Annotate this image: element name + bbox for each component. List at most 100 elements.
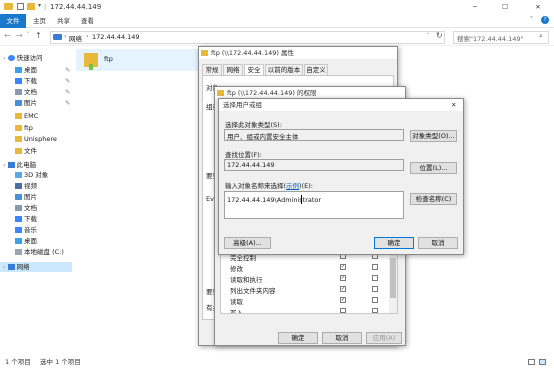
nav-this-pc[interactable]: › 此电脑 <box>0 160 72 170</box>
nav-label: 桌面 <box>24 66 37 74</box>
deny-checkbox[interactable] <box>372 264 378 270</box>
nav-item-3d[interactable]: 3D 对象 <box>0 170 72 180</box>
address-dropdown-icon[interactable]: ˅ <box>427 33 430 39</box>
video-icon <box>15 183 22 189</box>
ribbon-expand-icon[interactable]: ˅ <box>530 16 533 23</box>
document-icon <box>15 205 22 211</box>
nav-label: 下载 <box>24 215 37 223</box>
ribbon-tab-file[interactable]: 文件 <box>0 14 26 28</box>
desktop-icon <box>15 238 22 244</box>
object-types-button[interactable]: 对象类型(O)... <box>410 130 457 142</box>
tab-security[interactable]: 安全 <box>244 64 264 75</box>
nav-item-desktop[interactable]: 桌面 ✎ <box>0 65 72 75</box>
examples-link[interactable]: 示例 <box>286 182 299 190</box>
close-icon[interactable]: ✕ <box>528 0 548 14</box>
nav-item-pc-downloads[interactable]: 下载 <box>0 214 72 224</box>
nav-item-pc-documents[interactable]: 文档 <box>0 203 72 213</box>
advanced-button[interactable]: 高级(A)... <box>224 237 271 249</box>
location-value: 172.44.44.149 <box>227 161 275 169</box>
nav-quick-access[interactable]: › 快速访问 <box>0 53 72 63</box>
nav-item-emc[interactable]: EMC <box>0 111 72 121</box>
tiles-view-icon[interactable] <box>539 359 546 365</box>
download-icon <box>15 216 22 222</box>
folder-item-ftp[interactable]: ftp <box>76 49 204 71</box>
allow-checkbox[interactable]: ✓ <box>340 286 346 292</box>
star-icon <box>7 55 15 61</box>
nav-label: 本地磁盘 (C:) <box>24 248 64 256</box>
nav-item-pictures[interactable]: 图片 ✎ <box>0 98 72 108</box>
status-selected: 选中 1 个项目 <box>40 358 81 366</box>
nav-item-videos[interactable]: 视频 <box>0 181 72 191</box>
location-label: 查找位置(F): <box>225 151 263 159</box>
minimize-icon[interactable]: ─ <box>465 0 485 14</box>
help-icon[interactable]: ? <box>541 16 549 24</box>
nav-item-music[interactable]: 音乐 <box>0 225 72 235</box>
deny-checkbox[interactable] <box>372 286 378 292</box>
locations-button[interactable]: 位置(L)... <box>410 162 457 174</box>
qat-properties-icon[interactable] <box>17 3 24 10</box>
allow-checkbox[interactable]: ✓ <box>340 297 346 303</box>
allow-checkbox[interactable]: ✓ <box>340 264 346 270</box>
search-icon[interactable]: ⌕ <box>539 32 543 41</box>
tab-network[interactable]: 网络 <box>223 64 243 75</box>
close-icon[interactable]: ✕ <box>451 99 456 111</box>
select-cancel-button[interactable]: 取消 <box>418 237 458 249</box>
properties-folder-icon <box>201 50 208 56</box>
tab-general[interactable]: 常规 <box>202 64 222 75</box>
maximize-icon[interactable]: ☐ <box>495 0 515 14</box>
nav-item-pc-desktop[interactable]: 桌面 <box>0 236 72 246</box>
ribbon-tab-view[interactable]: 查看 <box>81 14 94 28</box>
nav-item-pc-pictures[interactable]: 图片 <box>0 192 72 202</box>
music-icon <box>15 227 22 233</box>
deny-checkbox[interactable] <box>372 308 378 313</box>
qat-dropdown-icon[interactable]: ▾ <box>38 2 41 9</box>
ribbon-tab-home[interactable]: 主页 <box>33 14 46 28</box>
perm-apply-button[interactable]: 应用(A) <box>366 332 402 344</box>
tab-customize[interactable]: 自定义 <box>304 64 328 75</box>
permissions-folder-icon <box>217 90 224 96</box>
refresh-icon[interactable]: ↻ <box>436 31 443 40</box>
perm-cancel-button[interactable]: 取消 <box>322 332 362 344</box>
up-icon[interactable]: ↑ <box>35 31 42 40</box>
allow-checkbox[interactable]: ✓ <box>340 275 346 281</box>
nav-item-downloads[interactable]: 下载 ✎ <box>0 76 72 86</box>
qat-newfolder-icon[interactable] <box>27 3 35 10</box>
nav-label: 此电脑 <box>16 161 37 169</box>
select-ok-button[interactable]: 确定 <box>374 237 414 249</box>
back-icon[interactable]: ← <box>4 31 11 40</box>
desktop-icon <box>15 67 22 73</box>
permissions-scroll-thumb[interactable] <box>390 258 396 298</box>
object-type-value: 用户、组或内置安全主体 <box>227 133 299 141</box>
nav-label: 图片 <box>24 99 37 107</box>
nav-item-files[interactable]: 文件 <box>0 146 72 156</box>
nav-item-documents[interactable]: 文档 ✎ <box>0 87 72 97</box>
nav-label: EMC <box>24 112 39 120</box>
nav-network[interactable]: › 网络 <box>0 262 72 272</box>
object-type-label: 选择此对象类型(S): <box>225 121 282 129</box>
allow-checkbox[interactable] <box>340 308 346 313</box>
breadcrumb-network[interactable]: 网络 <box>69 33 82 43</box>
tab-previous-versions[interactable]: 以前的版本 <box>265 64 303 75</box>
nav-label: ftp <box>24 124 33 132</box>
computer-icon <box>7 162 15 168</box>
nav-item-ftp[interactable]: ftp <box>0 123 72 133</box>
details-view-icon[interactable] <box>528 359 535 365</box>
nav-label: 图片 <box>24 193 37 201</box>
perm-ok-button[interactable]: 确定 <box>278 332 318 344</box>
nav-item-local-disk[interactable]: 本地磁盘 (C:) <box>0 247 72 257</box>
deny-checkbox[interactable] <box>372 275 378 281</box>
ribbon-tab-share[interactable]: 共享 <box>57 14 70 28</box>
perm-row-modify: 修改 <box>230 265 243 273</box>
nav-item-unisphere[interactable]: Unisphere VNX Cl <box>0 134 72 144</box>
folder-name: ftp <box>104 55 113 63</box>
folder-icon <box>4 3 13 10</box>
forward-icon[interactable]: → <box>16 31 23 40</box>
breadcrumb-host[interactable]: 172.44.44.149 <box>92 33 140 41</box>
picture-icon <box>15 100 22 106</box>
deny-checkbox[interactable] <box>372 297 378 303</box>
drive-icon <box>15 249 22 255</box>
check-names-button[interactable]: 检查名称(C) <box>410 193 457 205</box>
pin-icon: ✎ <box>65 88 71 96</box>
props-label-ev: Ev <box>206 195 214 203</box>
recent-dropdown-icon[interactable]: ˅ <box>27 32 30 38</box>
